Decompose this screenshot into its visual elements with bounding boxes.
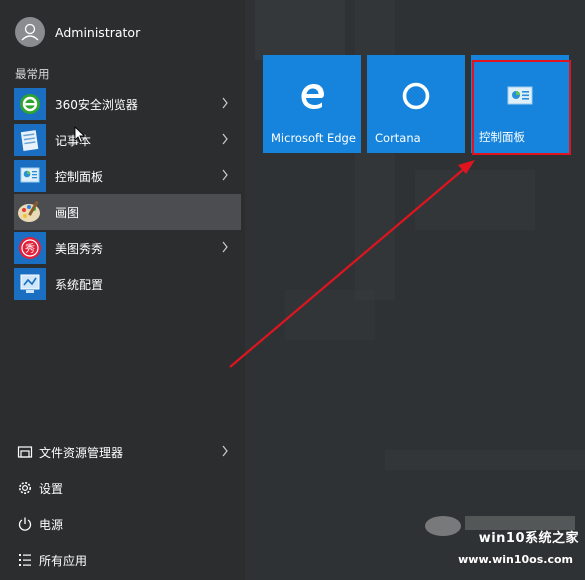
watermark-url: www.win10os.com xyxy=(458,553,573,566)
watermark-text: win10系统之家 xyxy=(478,531,579,546)
watermark: win10系统之家 www.win10os.com xyxy=(413,506,583,576)
annotation-arrow xyxy=(229,160,475,368)
